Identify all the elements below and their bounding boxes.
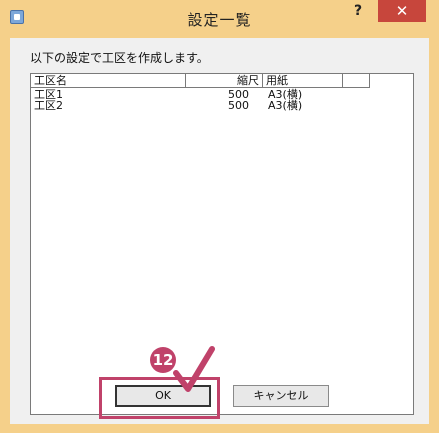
cell-scale: 500 xyxy=(228,99,249,112)
settings-list-dialog: 設定一覧 ? ✕ 以下の設定で工区を作成します。 工区名 縮尺 用紙 工区1 5… xyxy=(0,0,439,433)
dialog-message: 以下の設定で工区を作成します。 xyxy=(30,51,209,65)
list-item[interactable]: 工区2 500 A3(横) xyxy=(31,100,413,111)
checkmark-icon xyxy=(173,346,215,392)
cancel-button[interactable]: キャンセル xyxy=(233,385,329,407)
list-item[interactable]: 工区1 500 A3(横) xyxy=(31,89,413,100)
column-header-name[interactable]: 工区名 xyxy=(31,74,186,88)
column-header-scale[interactable]: 縮尺 xyxy=(186,74,263,88)
dialog-body: 以下の設定で工区を作成します。 工区名 縮尺 用紙 工区1 500 A3(横) … xyxy=(10,38,429,424)
help-button[interactable]: ? xyxy=(340,0,376,22)
close-button[interactable]: ✕ xyxy=(378,0,426,22)
column-header-paper[interactable]: 用紙 xyxy=(263,74,343,88)
sections-list[interactable]: 工区名 縮尺 用紙 工区1 500 A3(横) 工区2 500 A3(横) xyxy=(30,73,414,415)
column-header-empty xyxy=(343,74,370,88)
cell-paper: A3(横) xyxy=(268,99,303,112)
cell-name: 工区2 xyxy=(34,99,63,112)
list-header: 工区名 縮尺 用紙 xyxy=(31,74,413,89)
title-bar[interactable]: 設定一覧 ? ✕ xyxy=(0,0,439,38)
